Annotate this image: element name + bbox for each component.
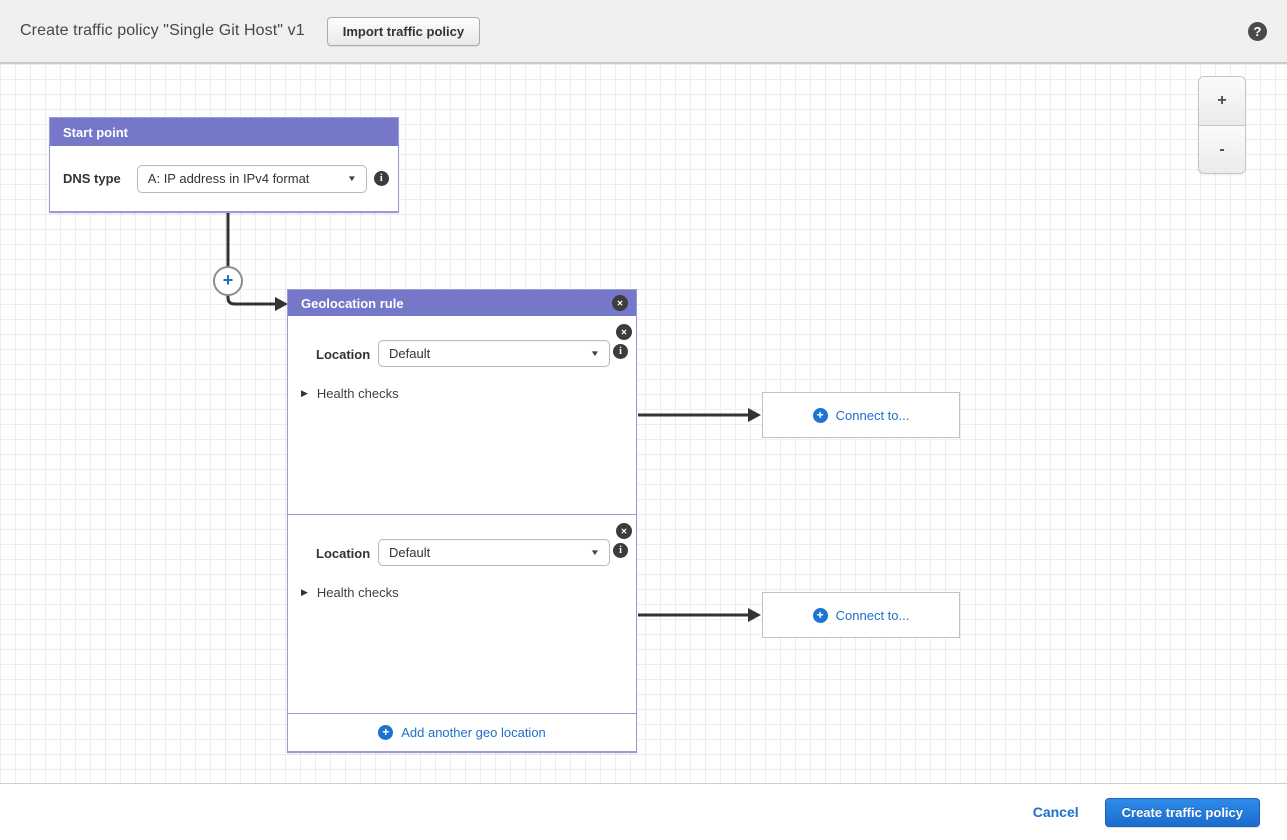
geo-entry-2: ✕ Location Default ▼ i ▶ Health checks [288, 514, 636, 716]
dns-type-label: DNS type [63, 171, 121, 186]
arrowhead-to-connect-1 [748, 408, 761, 422]
location-info-icon[interactable]: i [613, 543, 628, 558]
location-selected-value: Default [389, 346, 430, 361]
close-entry-icon[interactable]: ✕ [616, 324, 632, 340]
start-point-panel: Start point DNS type A: IP address in IP… [49, 117, 399, 213]
canvas-zoom-controls: + - [1198, 76, 1246, 174]
geolocation-rule-title: Geolocation rule [301, 296, 404, 311]
plus-icon: + [813, 608, 828, 623]
plus-icon: + [378, 725, 393, 740]
traffic-policy-editor: Create traffic policy "Single Git Host" … [0, 0, 1287, 840]
geo-entry-1: ✕ Location Default ▼ i ▶ Health checks [288, 316, 636, 514]
geolocation-rule-panel: Geolocation rule ✕ ✕ Location Default ▼ … [287, 289, 637, 753]
add-geo-location-button[interactable]: + Add another geo location [288, 713, 636, 751]
geolocation-rule-header: Geolocation rule ✕ [288, 290, 636, 316]
location-label: Location [316, 347, 370, 362]
location-label: Location [316, 546, 370, 561]
location-selected-value: Default [389, 545, 430, 560]
import-traffic-policy-button[interactable]: Import traffic policy [327, 17, 480, 46]
cancel-button[interactable]: Cancel [1033, 804, 1079, 820]
health-checks-expander[interactable]: ▶ Health checks [301, 386, 399, 401]
collapsed-arrow-icon: ▶ [301, 388, 308, 399]
start-point-title: Start point [63, 125, 128, 140]
dropdown-caret-icon: ▼ [590, 349, 600, 358]
add-geo-location-label: Add another geo location [401, 725, 546, 740]
connect-to-target-1[interactable]: + Connect to... [762, 392, 960, 438]
health-checks-expander[interactable]: ▶ Health checks [301, 585, 399, 600]
location-select[interactable]: Default ▼ [378, 340, 610, 367]
location-info-icon[interactable]: i [613, 344, 628, 359]
connect-to-target-2[interactable]: + Connect to... [762, 592, 960, 638]
dns-type-row: DNS type A: IP address in IPv4 format ▼ … [50, 146, 398, 211]
connect-to-label: Connect to... [836, 608, 910, 623]
location-select[interactable]: Default ▼ [378, 539, 610, 566]
page-title: Create traffic policy "Single Git Host" … [20, 22, 305, 40]
dns-type-info-icon[interactable]: i [374, 171, 389, 186]
top-bar: Create traffic policy "Single Git Host" … [0, 0, 1287, 64]
zoom-out-button[interactable]: - [1199, 125, 1245, 173]
close-entry-icon[interactable]: ✕ [616, 523, 632, 539]
dropdown-caret-icon: ▼ [347, 174, 357, 183]
connect-to-label: Connect to... [836, 408, 910, 423]
policy-canvas: + - Start point DNS type A: IP address i… [0, 64, 1287, 784]
dns-type-selected-value: A: IP address in IPv4 format [148, 171, 310, 186]
help-icon[interactable]: ? [1248, 22, 1267, 41]
zoom-in-button[interactable]: + [1199, 77, 1245, 125]
close-rule-icon[interactable]: ✕ [612, 295, 628, 311]
start-point-header: Start point [50, 118, 398, 146]
health-checks-label: Health checks [317, 585, 399, 600]
start-connector-elbow [228, 295, 275, 304]
bottom-action-bar: Cancel Create traffic policy [0, 784, 1287, 840]
create-traffic-policy-button[interactable]: Create traffic policy [1105, 798, 1260, 827]
arrowhead-to-connect-2 [748, 608, 761, 622]
dns-type-select[interactable]: A: IP address in IPv4 format ▼ [137, 165, 367, 193]
dropdown-caret-icon: ▼ [590, 548, 600, 557]
plus-icon: + [813, 408, 828, 423]
add-rule-connector-button[interactable]: + [213, 266, 243, 296]
collapsed-arrow-icon: ▶ [301, 587, 308, 598]
health-checks-label: Health checks [317, 386, 399, 401]
